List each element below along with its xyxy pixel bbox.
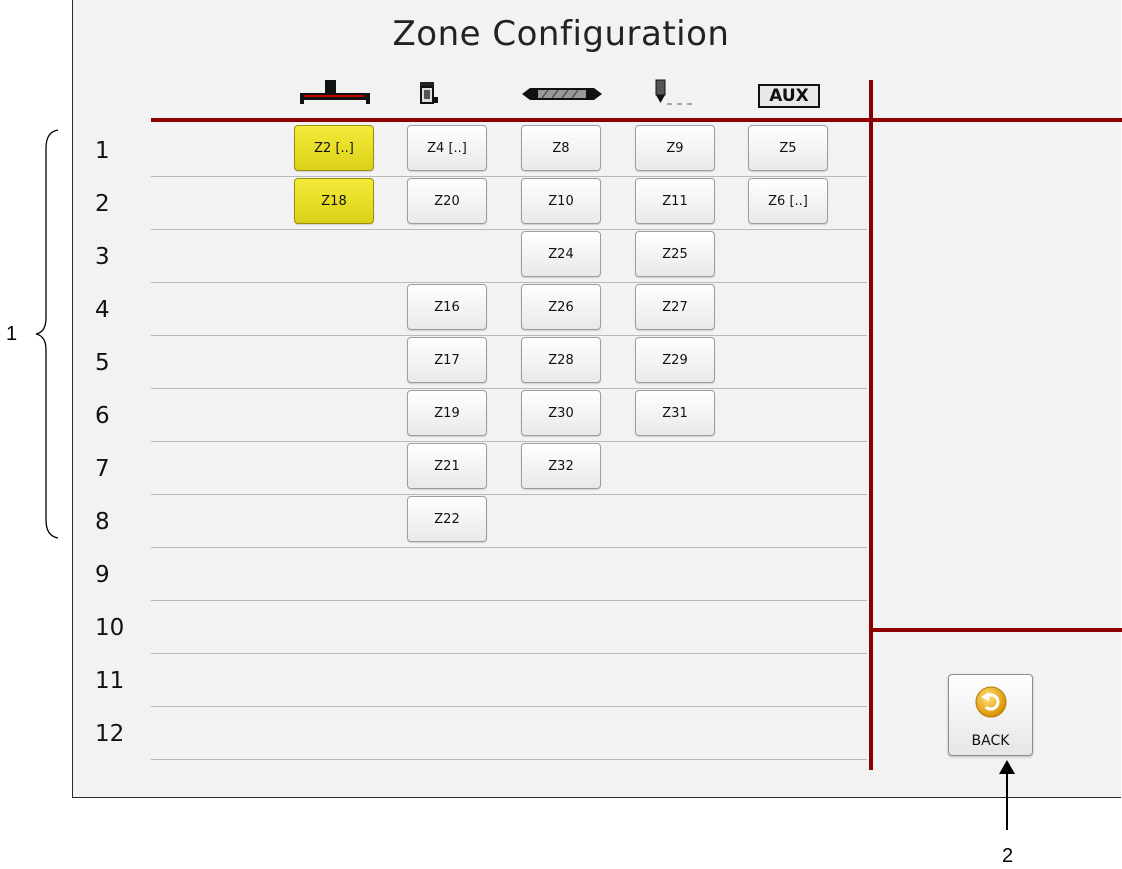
row-separator xyxy=(151,706,867,707)
row-number: 12 xyxy=(95,721,125,747)
zone-button[interactable]: Z17 xyxy=(407,337,487,383)
zone-button[interactable]: Z31 xyxy=(635,390,715,436)
zone-button[interactable]: Z24 xyxy=(521,231,601,277)
heated-hose-icon xyxy=(522,88,602,100)
zone-button[interactable]: Z26 xyxy=(521,284,601,330)
row-number: 11 xyxy=(95,668,125,694)
zone-button[interactable]: Z5 xyxy=(748,125,828,171)
zone-button[interactable]: Z11 xyxy=(635,178,715,224)
row-separator xyxy=(151,388,867,389)
rows-bracket-icon xyxy=(35,129,59,539)
extruder-head-icon xyxy=(300,80,370,104)
callout-rows: 1 xyxy=(6,323,18,345)
row-separator xyxy=(151,441,867,442)
zone-button[interactable]: Z16 xyxy=(407,284,487,330)
zone-button[interactable]: Z22 xyxy=(407,496,487,542)
right-panel-divider xyxy=(873,628,1122,632)
row-separator xyxy=(151,547,867,548)
zone-button[interactable]: Z18 xyxy=(294,178,374,224)
zone-button[interactable]: Z25 xyxy=(635,231,715,277)
row-number: 1 xyxy=(95,138,110,164)
row-separator xyxy=(151,335,867,336)
row-separator xyxy=(151,759,867,760)
row-number: 6 xyxy=(95,403,110,429)
zone-button[interactable]: Z19 xyxy=(407,390,487,436)
zone-button[interactable]: Z20 xyxy=(407,178,487,224)
row-separator xyxy=(151,494,867,495)
row-separator xyxy=(151,176,867,177)
zone-button[interactable]: Z27 xyxy=(635,284,715,330)
zone-button[interactable]: Z10 xyxy=(521,178,601,224)
back-arrow-icon xyxy=(975,686,1007,718)
zone-button[interactable]: Z2 [..] xyxy=(294,125,374,171)
row-separator xyxy=(151,600,867,601)
callout-arrow-icon xyxy=(999,760,1015,830)
zone-button[interactable]: Z30 xyxy=(521,390,601,436)
row-number: 2 xyxy=(95,191,110,217)
zone-button[interactable]: Z6 [..] xyxy=(748,178,828,224)
row-number: 4 xyxy=(95,297,110,323)
zone-button[interactable]: Z9 xyxy=(635,125,715,171)
row-separator xyxy=(151,229,867,230)
back-button-label: BACK xyxy=(971,733,1010,749)
nozzle-icon xyxy=(655,79,692,105)
melt-unit-icon xyxy=(420,82,438,104)
row-number: 9 xyxy=(95,562,110,588)
header-divider xyxy=(151,118,1122,122)
aux-icon: AUX xyxy=(758,84,820,108)
row-separator xyxy=(151,653,867,654)
row-number: 8 xyxy=(95,509,110,535)
zone-button[interactable]: Z32 xyxy=(521,443,601,489)
row-number: 10 xyxy=(95,615,125,641)
callout-back: 2 xyxy=(1002,845,1014,867)
zone-button[interactable]: Z21 xyxy=(407,443,487,489)
row-number: 7 xyxy=(95,456,110,482)
row-number: 5 xyxy=(95,350,110,376)
page-title: Zone Configuration xyxy=(392,14,730,54)
zone-button[interactable]: Z29 xyxy=(635,337,715,383)
row-separator xyxy=(151,282,867,283)
row-number: 3 xyxy=(95,244,110,270)
zone-button[interactable]: Z8 xyxy=(521,125,601,171)
zone-button[interactable]: Z4 [..] xyxy=(407,125,487,171)
zone-button[interactable]: Z28 xyxy=(521,337,601,383)
back-button[interactable]: BACK xyxy=(948,674,1033,756)
vertical-divider xyxy=(869,80,873,770)
